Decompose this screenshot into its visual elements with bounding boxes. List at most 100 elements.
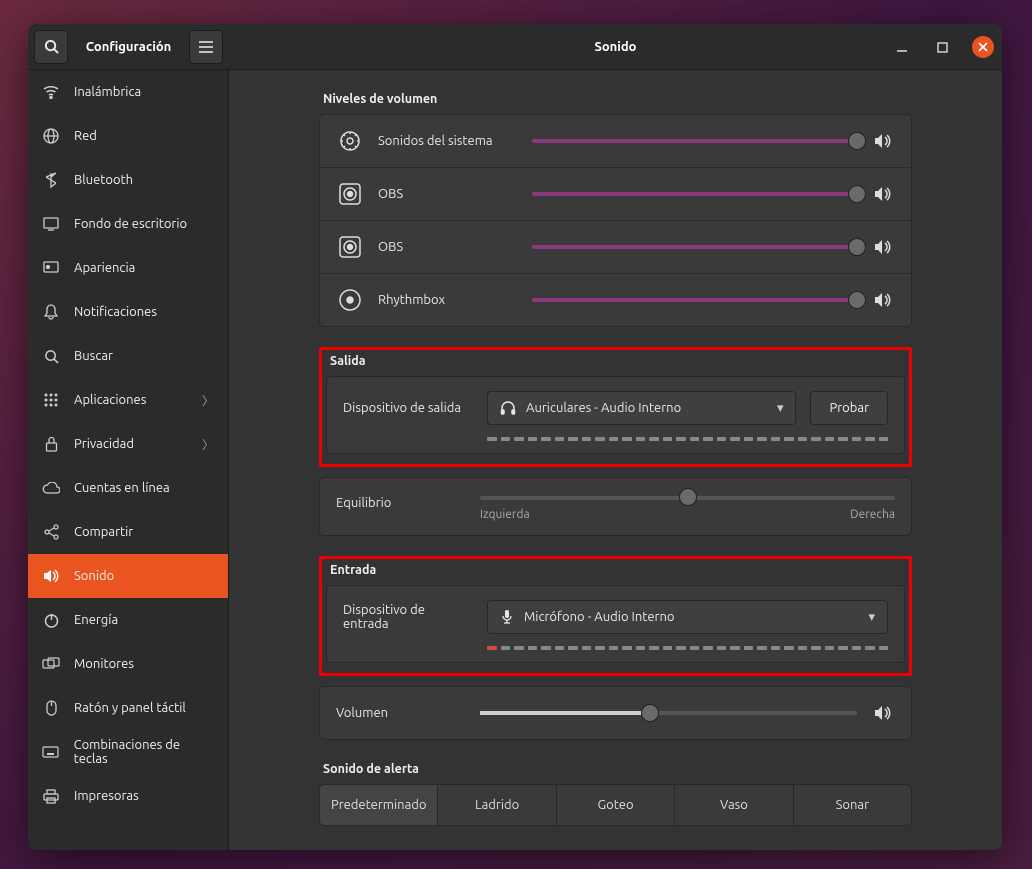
- chevron-down-icon: ▾: [868, 610, 875, 625]
- lock-icon: [42, 435, 60, 453]
- speaker-icon[interactable]: [871, 705, 895, 721]
- volume-row: OBS: [320, 168, 911, 221]
- volume-row: Sonidos del sistema: [320, 115, 911, 168]
- app-name: OBS: [378, 240, 518, 254]
- volume-slider[interactable]: [532, 139, 857, 143]
- app-title: Configuración: [74, 40, 183, 54]
- appearance-icon: [42, 259, 60, 277]
- obs-icon: [336, 233, 364, 261]
- minimize-button[interactable]: [892, 37, 912, 57]
- input-section-title: Entrada: [330, 563, 905, 577]
- input-panel: Dispositivo de entrada Micrófono - Audio…: [326, 585, 905, 663]
- sidebar-item-wifi[interactable]: Inalámbrica: [28, 70, 228, 114]
- display-icon: [42, 215, 60, 233]
- alert-tab[interactable]: Vaso: [675, 785, 793, 825]
- input-level-meter: [487, 646, 888, 652]
- speaker-icon[interactable]: [871, 133, 895, 149]
- balance-left-label: Izquierda: [480, 508, 530, 521]
- volume-panel: Sonidos del sistema OBS OBS Rhythmbox: [319, 114, 912, 327]
- sidebar-item-label: Combinaciones de teclas: [74, 738, 214, 766]
- sidebar-item-lock[interactable]: Privacidad 〉: [28, 422, 228, 466]
- balance-slider[interactable]: Izquierda Derecha: [480, 496, 895, 521]
- close-button[interactable]: [972, 36, 994, 58]
- sidebar-item-search[interactable]: Buscar: [28, 334, 228, 378]
- input-device-label: Dispositivo de entrada: [343, 603, 473, 631]
- sidebar-item-label: Buscar: [74, 349, 113, 363]
- input-volume-slider[interactable]: [480, 711, 857, 715]
- titlebar: Configuración Sonido: [28, 24, 1002, 70]
- sidebar-item-cloud[interactable]: Cuentas en línea: [28, 466, 228, 510]
- volume-slider[interactable]: [532, 192, 857, 196]
- keyboard-icon: [42, 743, 60, 761]
- rhythmbox-icon: [336, 286, 364, 314]
- content-area: Niveles de volumen Sonidos del sistema O…: [229, 70, 1002, 850]
- cloud-icon: [42, 479, 60, 497]
- printer-icon: [42, 787, 60, 805]
- close-icon: [978, 42, 988, 52]
- input-device-dropdown[interactable]: Micrófono - Audio Interno ▾: [487, 600, 888, 634]
- sidebar-item-label: Apariencia: [74, 261, 135, 275]
- mouse-icon: [42, 699, 60, 717]
- power-icon: [42, 611, 60, 629]
- output-device-dropdown[interactable]: Auriculares - Audio Interno ▾: [487, 391, 796, 425]
- settings-window: Configuración Sonido Inalámbrica Red Blu…: [28, 24, 1002, 850]
- alert-tab[interactable]: Sonar: [794, 785, 911, 825]
- output-device-label: Dispositivo de salida: [343, 401, 473, 415]
- wifi-icon: [42, 83, 60, 101]
- sidebar-item-sound[interactable]: Sonido: [28, 554, 228, 598]
- input-volume-panel: Volumen: [319, 686, 912, 740]
- alert-tab[interactable]: Predeterminado: [320, 785, 438, 825]
- hamburger-icon: [199, 41, 213, 53]
- sidebar-item-appearance[interactable]: Apariencia: [28, 246, 228, 290]
- volume-row: OBS: [320, 221, 911, 274]
- speaker-icon[interactable]: [871, 239, 895, 255]
- speaker-icon[interactable]: [871, 292, 895, 308]
- balance-right-label: Derecha: [850, 508, 895, 521]
- sidebar-item-label: Sonido: [74, 569, 114, 583]
- sidebar-item-label: Energía: [74, 613, 118, 627]
- alert-sound-tabs: PredeterminadoLadridoGoteoVasoSonar: [319, 784, 912, 826]
- sidebar-item-bell[interactable]: Notificaciones: [28, 290, 228, 334]
- page-title: Sonido: [229, 40, 1002, 54]
- sidebar-item-display[interactable]: Fondo de escritorio: [28, 202, 228, 246]
- sidebar-item-label: Cuentas en línea: [74, 481, 170, 495]
- balance-label: Equilibrio: [336, 496, 466, 510]
- volume-slider[interactable]: [532, 245, 857, 249]
- search-button[interactable]: [34, 30, 68, 64]
- sidebar-item-label: Monitores: [74, 657, 134, 671]
- sidebar-item-globe[interactable]: Red: [28, 114, 228, 158]
- alert-tab[interactable]: Ladrido: [438, 785, 556, 825]
- sidebar-item-label: Impresoras: [74, 789, 139, 803]
- chevron-right-icon: 〉: [202, 392, 214, 409]
- sidebar-item-label: Privacidad: [74, 437, 134, 451]
- maximize-button[interactable]: [932, 37, 952, 57]
- sidebar-item-keyboard[interactable]: Combinaciones de teclas: [28, 730, 228, 774]
- speaker-icon[interactable]: [871, 186, 895, 202]
- sidebar-item-share[interactable]: Compartir: [28, 510, 228, 554]
- sidebar-item-printer[interactable]: Impresoras: [28, 774, 228, 818]
- test-output-button[interactable]: Probar: [810, 391, 888, 425]
- sidebar-item-power[interactable]: Energía: [28, 598, 228, 642]
- output-level-meter: [487, 437, 888, 443]
- sidebar-item-bluetooth[interactable]: Bluetooth: [28, 158, 228, 202]
- search-icon: [44, 39, 59, 54]
- volume-slider[interactable]: [532, 298, 857, 302]
- sidebar: Inalámbrica Red Bluetooth Fondo de escri…: [28, 70, 229, 850]
- headphones-icon: [500, 400, 516, 416]
- balance-panel: Equilibrio Izquierda Derecha: [319, 477, 912, 536]
- sidebar-item-apps[interactable]: Aplicaciones 〉: [28, 378, 228, 422]
- sidebar-item-label: Red: [74, 129, 97, 143]
- hamburger-button[interactable]: [189, 30, 223, 64]
- maximize-icon: [937, 42, 948, 53]
- sidebar-item-label: Bluetooth: [74, 173, 133, 187]
- obs-icon: [336, 180, 364, 208]
- sidebar-item-mouse[interactable]: Ratón y panel táctil: [28, 686, 228, 730]
- input-device-value: Micrófono - Audio Interno: [524, 610, 675, 624]
- sidebar-item-monitors[interactable]: Monitores: [28, 642, 228, 686]
- gear-icon: [336, 127, 364, 155]
- sidebar-item-label: Fondo de escritorio: [74, 217, 187, 231]
- alert-tab[interactable]: Goteo: [557, 785, 675, 825]
- output-section-title: Salida: [330, 354, 905, 368]
- apps-icon: [42, 391, 60, 409]
- chevron-down-icon: ▾: [777, 401, 784, 416]
